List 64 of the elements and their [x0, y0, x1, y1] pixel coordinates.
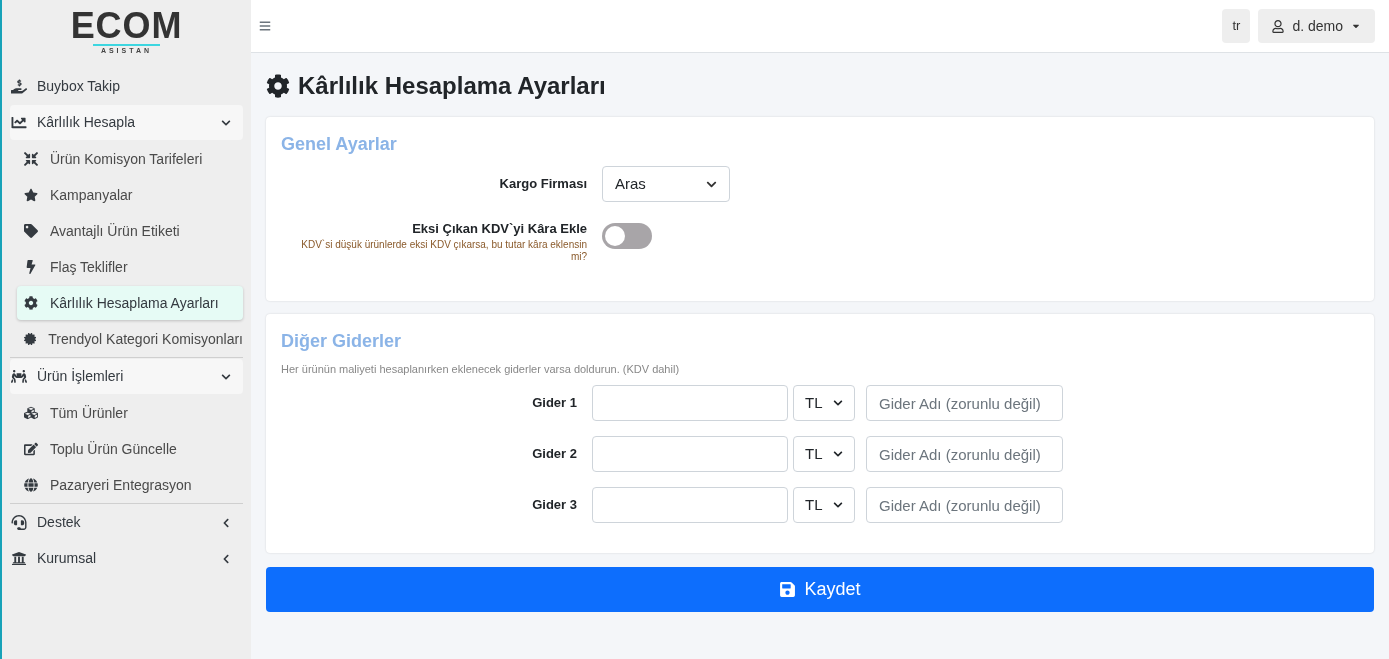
sidebar-subitem[interactable]: Kampanyalar — [17, 178, 243, 212]
field-label: Eksi Çıkan KDV`yi Kâra Ekle — [412, 220, 587, 238]
sidebar-item[interactable]: Kurumsal — [10, 541, 243, 576]
sidebar-subitem[interactable]: Flaş Teklifler — [17, 250, 243, 284]
expense-name-field[interactable]: Gider Adı (zorunlu değil) — [866, 487, 1063, 523]
bank-icon — [11, 551, 27, 566]
chevron-left-icon — [221, 553, 231, 564]
cargo-select[interactable]: Aras — [602, 166, 730, 202]
badge-icon — [24, 332, 37, 346]
sidebar-item[interactable]: Ürün İşlemleri — [10, 359, 243, 394]
field-label: Gider 2 — [531, 445, 578, 464]
amount-field[interactable] — [592, 385, 788, 421]
card-title: Diğer Giderler — [281, 329, 403, 353]
amount-field[interactable] — [592, 436, 788, 472]
currency-select[interactable]: TL — [793, 385, 855, 421]
save-button[interactable]: Kaydet — [266, 567, 1374, 612]
amount-field[interactable] — [592, 487, 788, 523]
chevron-down-icon — [221, 371, 231, 382]
user-menu-button[interactable]: d. demo — [1258, 9, 1375, 43]
headset-icon — [11, 515, 27, 530]
chart-icon — [11, 115, 27, 130]
user-icon — [1272, 19, 1285, 33]
language-button[interactable]: tr — [1222, 9, 1251, 43]
page-title: Kârlılık Hesaplama Ayarları — [298, 71, 606, 101]
compress-arrows-icon — [24, 152, 38, 166]
people-carrying-icon — [11, 369, 27, 384]
sidebar-subitem[interactable]: Trendyol Kategori Komisyonları — [17, 322, 243, 356]
chevron-down-icon — [833, 500, 843, 510]
sidebar-subitem[interactable]: Toplu Ürün Güncelle — [17, 432, 243, 466]
field-label: Gider 1 — [531, 394, 578, 413]
chevron-down-icon — [833, 449, 843, 459]
sidebar-item[interactable]: Kârlılık Hesapla — [10, 105, 243, 140]
chevron-left-icon — [221, 517, 231, 528]
boxes-icon — [24, 406, 38, 420]
menu-icon[interactable] — [259, 20, 271, 32]
save-icon — [779, 581, 797, 598]
star-icon — [24, 188, 38, 202]
sidebar-subitem[interactable]: Ürün Komisyon Tarifeleri — [17, 142, 243, 176]
field-hint: KDV`si düşük ürünlerde eksi KDV çıkarsa, bu tutar kâra eklensin mi? — [300, 238, 587, 263]
chevron-down-icon — [833, 398, 843, 408]
logo-text: ECOM — [70, 8, 183, 44]
currency-select[interactable]: TL — [793, 436, 855, 472]
field-label: Gider 3 — [531, 496, 578, 515]
currency-select[interactable]: TL — [793, 487, 855, 523]
globe-icon — [24, 478, 38, 492]
card-hint: Her ürünün maliyeti hesaplanırken eklenecek giderler varsa doldurun. (KDV dahil) — [281, 361, 681, 377]
sidebar-subitem[interactable]: Pazaryeri Entegrasyon — [17, 468, 243, 502]
vat-toggle[interactable] — [602, 223, 652, 250]
sidebar-item[interactable]: Destek — [10, 505, 243, 540]
sidebar-subitem[interactable]: Avantajlı Ürün Etiketi — [17, 214, 243, 248]
edit-icon — [24, 442, 38, 456]
tag-icon — [24, 224, 38, 238]
settings-icon — [266, 74, 290, 98]
field-label: Kargo Firması — [498, 175, 587, 194]
hand-dollar-icon — [11, 79, 27, 94]
chevron-down-icon — [221, 117, 231, 128]
settings-icon — [24, 296, 38, 310]
sidebar-subitem[interactable]: Tüm Ürünler — [17, 396, 243, 430]
sidebar-subitem[interactable]: Kârlılık Hesaplama Ayarları — [17, 286, 243, 320]
bolt-icon — [24, 260, 38, 274]
expense-name-field[interactable]: Gider Adı (zorunlu değil) — [866, 436, 1063, 472]
sidebar-item[interactable]: Buybox Takip — [10, 69, 243, 104]
expense-name-field[interactable]: Gider Adı (zorunlu değil) — [866, 385, 1063, 421]
card-title: Genel Ayarlar — [281, 133, 398, 156]
